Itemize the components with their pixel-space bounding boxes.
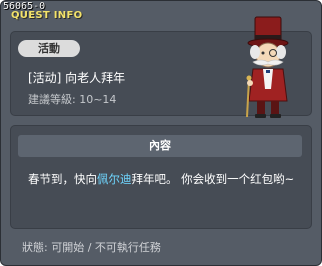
- window-title: QUEST INFO: [11, 10, 83, 21]
- quest-description: 春节到，快向佩尔迪拜年吧。 你会收到一个红包哟~: [28, 171, 308, 187]
- description-text-before: 春节到，快向: [28, 172, 97, 186]
- recommended-level: 建議等級: 10~14: [28, 93, 117, 106]
- quest-info-window: 56065-0 QUEST INFO 活動 [活动] 向老人拜年 建議等級: 1…: [0, 0, 322, 266]
- content-header: 內容: [18, 135, 302, 157]
- event-badge: 活動: [18, 40, 80, 57]
- description-text-after: 拜年吧。 你会收到一个红包哟~: [131, 172, 295, 186]
- quest-name: [活动] 向老人拜年: [28, 71, 126, 85]
- quest-status: 狀態: 可開始 / 不可執行任務: [22, 241, 161, 254]
- old-gentleman-npc-icon: [246, 16, 289, 118]
- npc-name-link[interactable]: 佩尔迪: [97, 172, 132, 186]
